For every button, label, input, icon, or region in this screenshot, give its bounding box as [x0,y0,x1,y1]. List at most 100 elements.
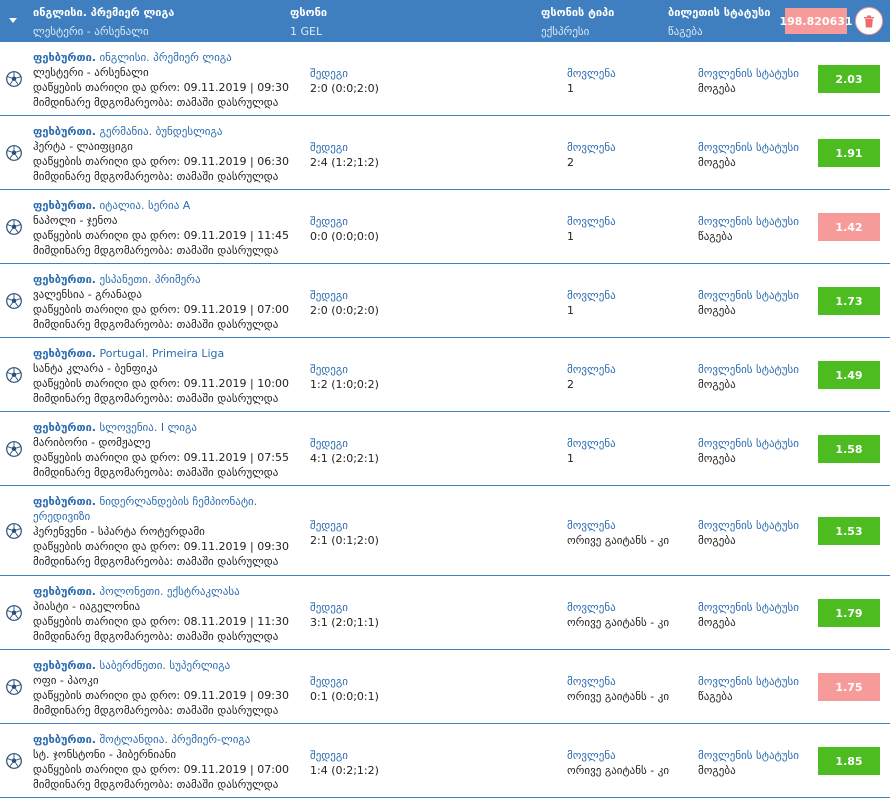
event-status-value: მოგება [698,304,736,317]
market-label: მოვლენა [567,601,616,614]
sport-label: ფეხბურთი. [33,125,96,138]
score-value: 2:0 (0:0;2:0) [310,304,379,317]
event-status-value: მოგება [698,534,736,547]
event-status-label: მოვლენის სტატუსი [698,675,799,688]
status-info: მოვლენის სტატუსი მოგება [698,748,813,778]
league-link[interactable]: Portugal. Primeira Liga [99,347,224,360]
sport-label: ფეხბურთი. [33,273,96,286]
sport-label: ფეხბურთი. [33,421,96,434]
start-datetime: 09.11.2019 | 10:00 [183,377,289,390]
start-datetime: 08.11.2019 | 11:30 [183,615,289,628]
market-info: მოვლენა 2 [567,362,692,392]
soccer-ball-icon [6,679,22,695]
state-label: მიმდინარე მდგომარეობა: [33,318,174,331]
state-value: თამაში დასრულდა [176,778,279,791]
status-info: მოვლენის სტატუსი მოგება [698,66,813,96]
event-info: ფეხბურთი. შოტლანდია. პრემიერ-ლიგა სტ. ჯონ… [33,732,303,792]
league-link[interactable]: იტალია. სერია A [99,199,190,212]
market-info: მოვლენა 1 [567,436,692,466]
market-label: მოვლენა [567,289,616,302]
state-value: თამაში დასრულდა [176,466,279,479]
event-status-value: მოგება [698,378,736,391]
start-datetime: 09.11.2019 | 09:30 [183,540,289,553]
header-event-title: ინგლისი. პრემიერ ლიგა [33,6,175,19]
chevron-down-icon[interactable] [9,18,17,23]
market-pick: 1 [567,304,574,317]
league-link[interactable]: საბერძნეთი. სუპერლიგა [99,659,230,672]
soccer-ball-icon [6,219,22,235]
sport-label: ფეხბურთი. [33,495,96,508]
header-status-title: ბილეთის სტატუსი [668,6,771,19]
odds-badge: 1.73 [818,287,880,315]
market-label: მოვლენა [567,749,616,762]
state-value: თამაში დასრულდა [176,555,279,568]
date-label: დაწყების თარიღი და დრო: [33,763,181,776]
league-link[interactable]: პოლონეთი. ექსტრაკლასა [99,585,239,598]
ticket-header: ინგლისი. პრემიერ ლიგა ლესტერი - არსენალი… [0,0,890,42]
total-odds-badge: 198.820631 [779,8,853,34]
market-info: მოვლენა 1 [567,214,692,244]
state-value: თამაში დასრულდა [176,392,279,405]
score-label: შედეგი [310,67,348,80]
event-status-label: მოვლენის სტატუსი [698,215,799,228]
market-pick: ორივე გაიტანს - კი [567,764,670,777]
date-label: დაწყების თარიღი და დრო: [33,540,181,553]
status-info: მოვლენის სტატუსი მოგება [698,518,813,548]
header-stake-title: ფსონი [290,6,328,19]
state-value: თამაში დასრულდა [176,318,279,331]
market-info: მოვლენა ორივე გაიტანს - კი [567,518,692,548]
state-label: მიმდინარე მდგომარეობა: [33,244,174,257]
event-status-label: მოვლენის სტატუსი [698,749,799,762]
teams: მარიბორი - დომჟალე [33,436,151,449]
league-link[interactable]: გერმანია. ბუნდესლიგა [99,125,222,138]
event-status-label: მოვლენის სტატუსი [698,437,799,450]
event-info: ფეხბურთი. ნიდერლანდების ჩემპიონატი. ერედ… [33,494,303,569]
odds-badge: 1.75 [818,673,880,701]
status-info: მოვლენის სტატუსი მოგება [698,288,813,318]
league-link[interactable]: სლოვენია. I ლიგა [99,421,196,434]
result-info: შედეგი 4:1 (2:0;2:1) [310,436,550,466]
state-label: მიმდინარე მდგომარეობა: [33,392,174,405]
score-label: შედეგი [310,601,348,614]
score-label: შედეგი [310,215,348,228]
event-info: ფეხბურთი. სლოვენია. I ლიგა მარიბორი - დომ… [33,420,303,480]
score-value: 0:0 (0:0;0:0) [310,230,379,243]
odds-badge: 1.58 [818,435,880,463]
market-label: მოვლენა [567,519,616,532]
status-info: მოვლენის სტატუსი მოგება [698,362,813,392]
teams: ჰერტა - ლაიფციგი [33,140,133,153]
bet-row: ფეხბურთი. იტალია. სერია A ნაპოლი - ჯენოა დ… [0,190,890,264]
header-event: ინგლისი. პრემიერ ლიგა ლესტერი - არსენალი [33,6,174,38]
league-link[interactable]: შოტლანდია. პრემიერ-ლიგა [99,733,250,746]
odds-badge: 1.53 [818,517,880,545]
header-type-value: ექსპრესი [541,25,590,38]
date-label: დაწყების თარიღი და დრო: [33,81,181,94]
score-value: 1:2 (1:0;0:2) [310,378,379,391]
market-info: მოვლენა 2 [567,140,692,170]
event-info: ფეხბურთი. Portugal. Primeira Liga სანტა კ… [33,346,303,406]
state-value: თამაში დასრულდა [176,170,279,183]
result-info: შედეგი 2:1 (0:1;2:0) [310,518,550,548]
market-pick: ორივე გაიტანს - კი [567,534,670,547]
delete-ticket-button[interactable] [855,7,883,35]
soccer-ball-icon [6,523,22,539]
odds-badge: 2.03 [818,65,880,93]
teams: სანტა კლარა - ბენფიკა [33,362,158,375]
soccer-ball-icon [6,605,22,621]
bet-row: ფეხბურთი. ნიდერლანდების ჩემპიონატი. ერედ… [0,486,890,576]
start-datetime: 09.11.2019 | 06:30 [183,155,289,168]
event-status-value: მოგება [698,156,736,169]
state-value: თამაში დასრულდა [176,704,279,717]
market-pick: 1 [567,230,574,243]
league-link[interactable]: ესპანეთი. პრიმერა [99,273,200,286]
event-status-label: მოვლენის სტატუსი [698,67,799,80]
header-stake-value: 1 GEL [290,25,323,38]
state-label: მიმდინარე მდგომარეობა: [33,778,174,791]
header-type-title: ფსონის ტიპი [541,6,615,19]
league-link[interactable]: ინგლისი. პრემიერ ლიგა [99,51,231,64]
event-info: ფეხბურთი. ესპანეთი. პრიმერა ვალენსია - გრ… [33,272,303,332]
bet-row: ფეხბურთი. ინგლისი. პრემიერ ლიგა ლესტერი -… [0,42,890,116]
start-datetime: 09.11.2019 | 07:00 [183,303,289,316]
event-status-value: მოგება [698,764,736,777]
result-info: შედეგი 2:4 (1:2;1:2) [310,140,550,170]
